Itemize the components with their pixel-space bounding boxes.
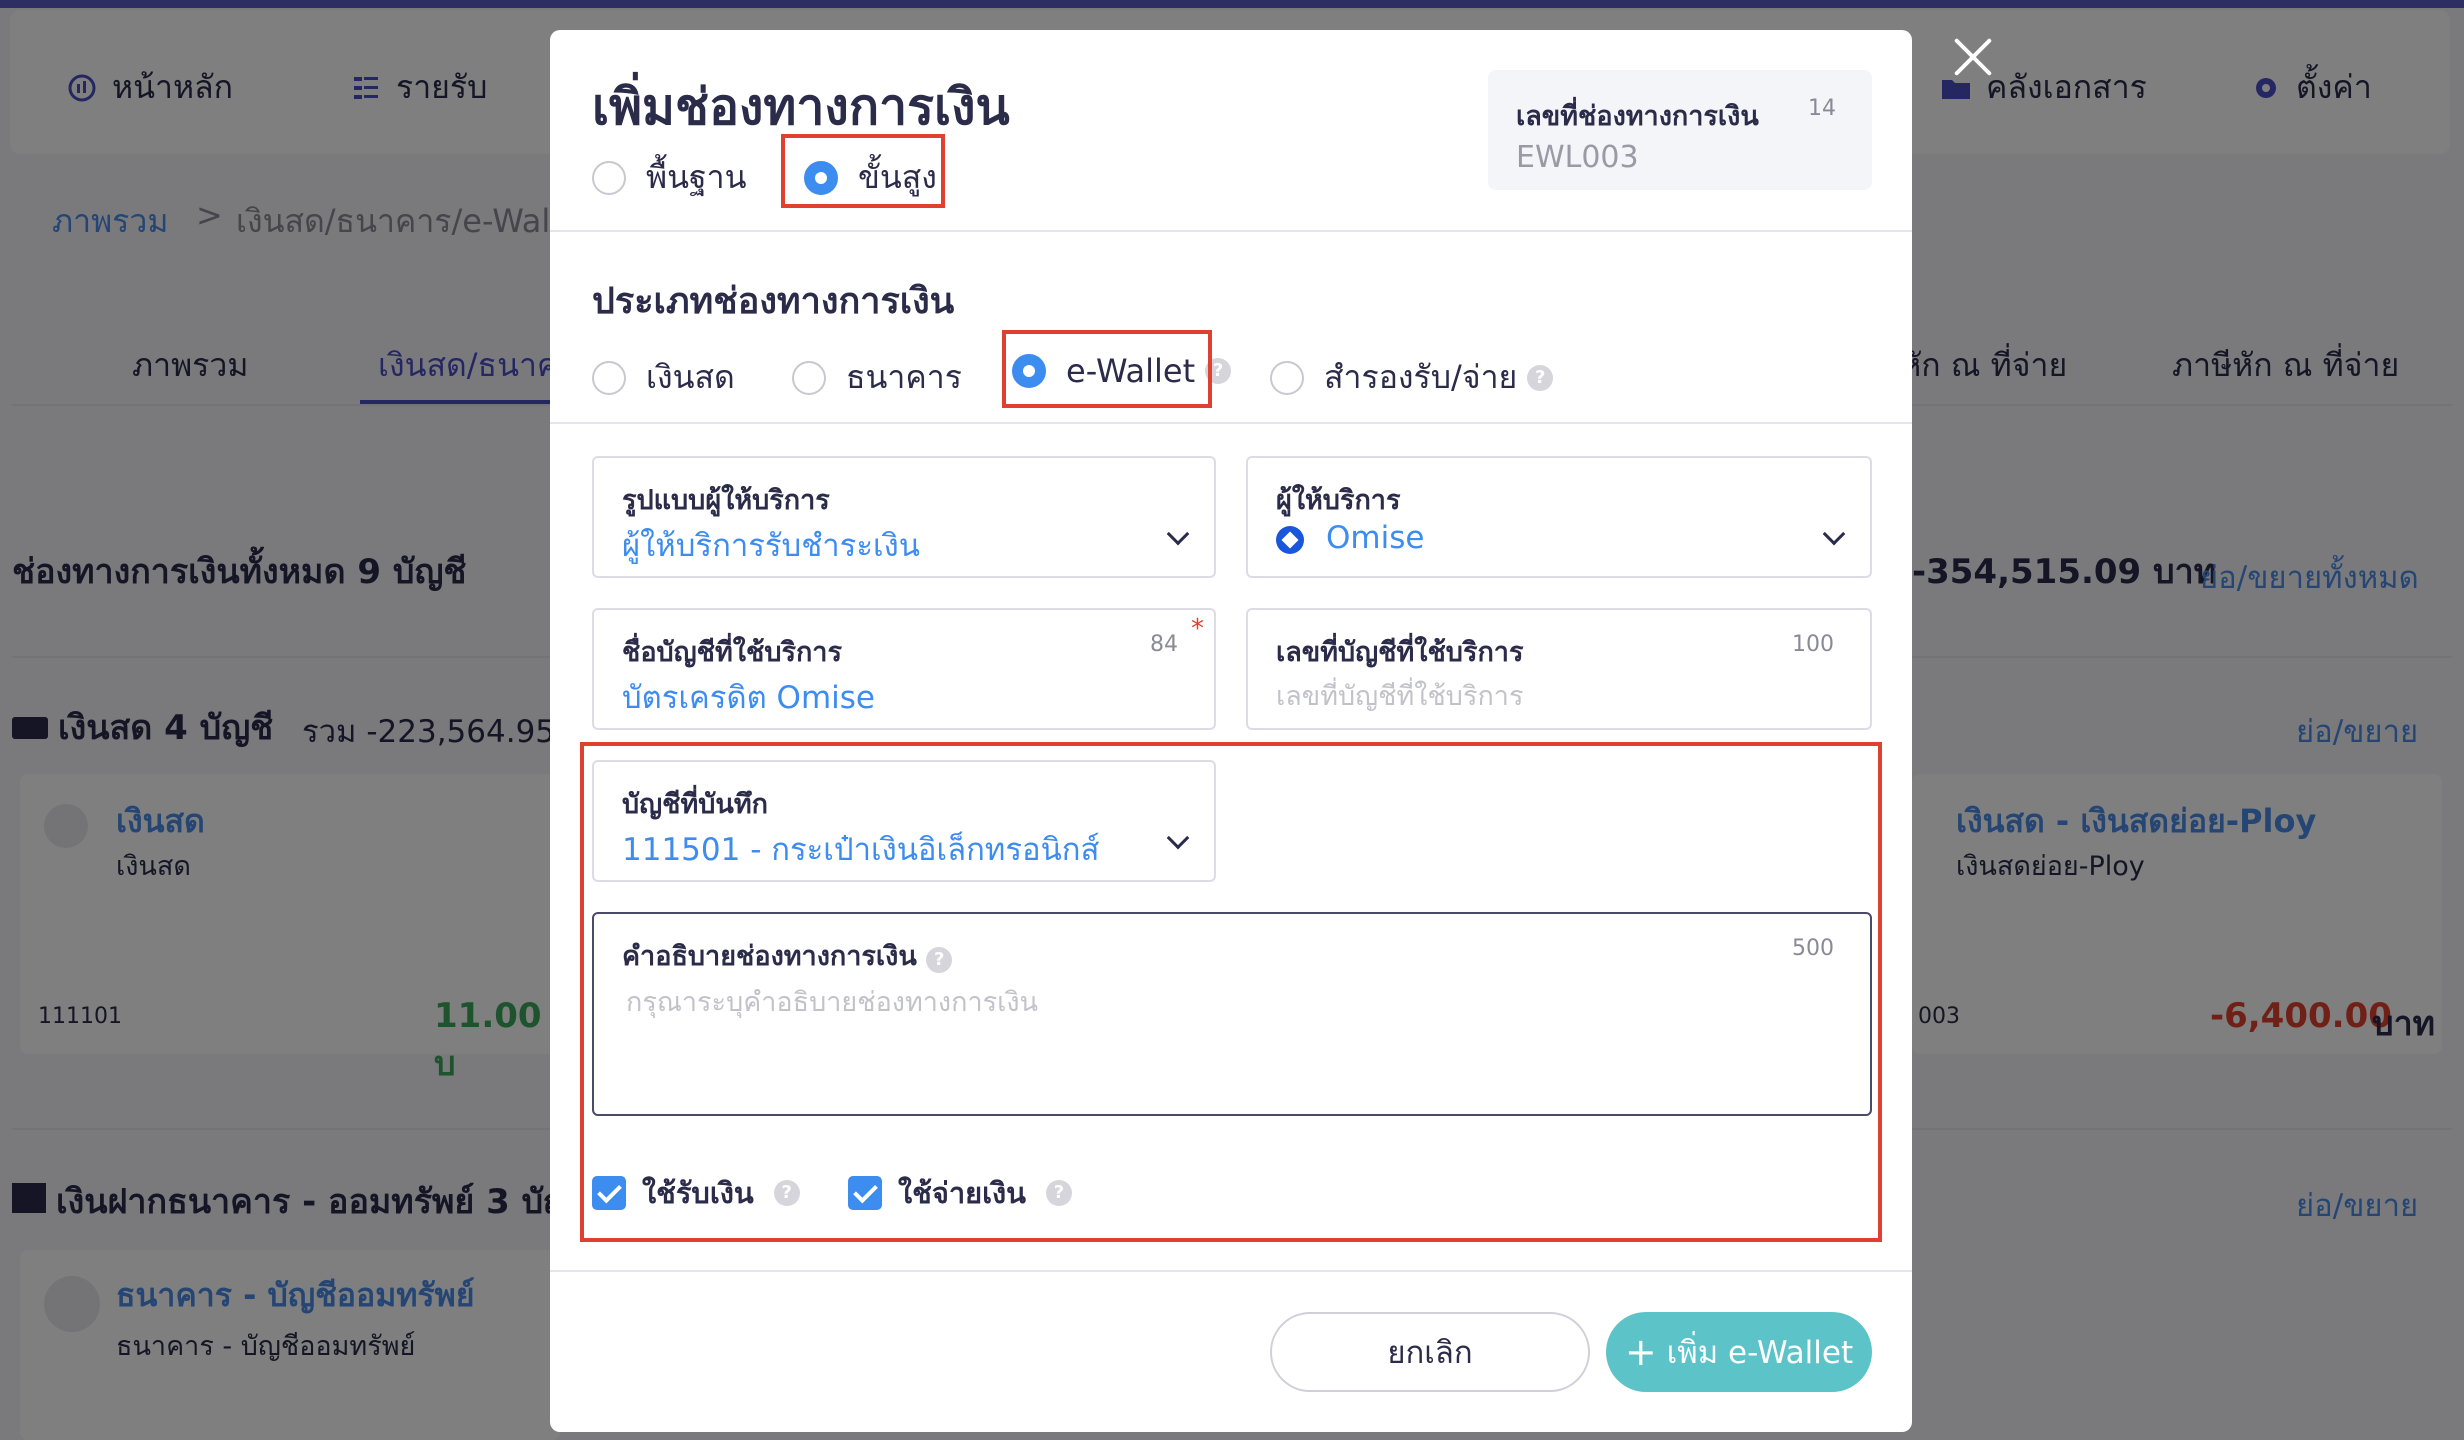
provider-select[interactable]: ผู้ให้บริการ Omise — [1246, 456, 1872, 578]
ledger-account-value: 111501 - กระเป๋าเงินอิเล็กทรอนิกส์ — [622, 832, 1100, 868]
use-receive-checkbox[interactable] — [592, 1176, 626, 1210]
account-number-placeholder: เลขที่บัญชีที่ใช้บริการ — [1276, 681, 1524, 712]
required-marker: * — [1191, 614, 1204, 644]
header-divider — [550, 230, 1912, 232]
ledger-account-label: บัญชีที่บันทึก — [622, 789, 769, 820]
channel-number-box: เลขที่ช่องทางการเงิน 14 EWL003 — [1488, 70, 1872, 190]
chevron-down-icon — [1166, 522, 1190, 546]
plus-icon: + — [1624, 1330, 1657, 1374]
radio-cash[interactable] — [592, 360, 626, 395]
account-number-label: เลขที่บัญชีที่ใช้บริการ — [1276, 637, 1524, 668]
use-pay-option[interactable]: ใช้จ่ายเงิน ? — [848, 1170, 1073, 1216]
add-ewallet-label: เพิ่ม e-Wallet — [1666, 1335, 1854, 1371]
account-name-max: 84 — [1150, 632, 1178, 657]
provider-type-select[interactable]: รูปแบบผู้ให้บริการ ผู้ให้บริการรับชำระเง… — [592, 456, 1216, 578]
chevron-down-icon — [1822, 522, 1846, 546]
account-number-max: 100 — [1792, 632, 1834, 657]
use-receive-option[interactable]: ใช้รับเงิน ? — [592, 1170, 800, 1216]
channel-number-value: EWL003 — [1516, 140, 1639, 175]
description-textarea[interactable]: คำอธิบายช่องทางการเงิน ? 500 กรุณาระบุคำ… — [592, 912, 1872, 1116]
account-name-label: ชื่อบัญชีที่ใช้บริการ — [622, 637, 842, 668]
reserve-help-icon[interactable]: ? — [1527, 364, 1554, 391]
account-name-value: บัตรเครดิต Omise — [622, 680, 875, 716]
provider-label: ผู้ให้บริการ — [1276, 485, 1401, 516]
close-icon[interactable] — [1948, 32, 1998, 82]
add-channel-modal: เพิ่มช่องทางการเงิน พื้นฐาน ขั้นสูง เลขท… — [550, 30, 1912, 1432]
radio-reserve[interactable] — [1270, 360, 1304, 395]
provider-type-label: รูปแบบผู้ให้บริการ — [622, 485, 830, 516]
mode-basic-label: พื้นฐาน — [646, 158, 747, 196]
highlight-advanced — [781, 134, 945, 208]
cancel-button[interactable]: ยกเลิก — [1270, 1312, 1590, 1392]
footer-divider — [550, 1270, 1912, 1272]
omise-logo-icon — [1276, 525, 1304, 554]
radio-basic[interactable] — [592, 160, 626, 195]
channel-number-max: 14 — [1808, 96, 1836, 121]
type-cash-option[interactable]: เงินสด — [592, 352, 735, 403]
radio-bank[interactable] — [792, 360, 826, 395]
ledger-account-select[interactable]: บัญชีที่บันทึก 111501 - กระเป๋าเงินอิเล็… — [592, 760, 1216, 882]
provider-type-value: ผู้ให้บริการรับชำระเงิน — [622, 528, 920, 564]
use-receive-label: ใช้รับเงิน — [642, 1176, 754, 1210]
type-reserve-option[interactable]: สำรองรับ/จ่าย ? — [1270, 352, 1554, 403]
channel-number-label: เลขที่ช่องทางการเงิน — [1516, 101, 1759, 132]
receive-help-icon[interactable]: ? — [773, 1180, 800, 1206]
pay-help-icon[interactable]: ? — [1046, 1180, 1073, 1206]
use-pay-label: ใช้จ่ายเงิน — [898, 1176, 1027, 1210]
description-help-icon[interactable]: ? — [926, 947, 953, 973]
use-pay-checkbox[interactable] — [848, 1176, 882, 1210]
type-cash-label: เงินสด — [646, 358, 735, 396]
type-section-title: ประเภทช่องทางการเงิน — [592, 281, 955, 322]
highlight-ewallet — [1002, 330, 1212, 408]
chevron-down-icon — [1166, 826, 1190, 850]
type-bank-option[interactable]: ธนาคาร — [792, 352, 962, 403]
account-number-input[interactable]: เลขที่บัญชีที่ใช้บริการ 100 เลขที่บัญชีท… — [1246, 608, 1872, 730]
description-label: คำอธิบายช่องทางการเงิน ? — [622, 934, 953, 977]
provider-value: Omise — [1276, 520, 1424, 556]
type-reserve-label: สำรองรับ/จ่าย — [1324, 358, 1518, 396]
add-ewallet-button[interactable]: + เพิ่ม e-Wallet — [1606, 1312, 1872, 1392]
description-max: 500 — [1792, 936, 1834, 961]
account-name-input[interactable]: ชื่อบัญชีที่ใช้บริการ 84 * บัตรเครดิต Om… — [592, 608, 1216, 730]
type-divider — [550, 422, 1912, 424]
type-bank-label: ธนาคาร — [846, 358, 962, 396]
mode-basic-option[interactable]: พื้นฐาน — [592, 152, 746, 203]
description-placeholder: กรุณาระบุคำอธิบายช่องทางการเงิน — [626, 987, 1038, 1018]
